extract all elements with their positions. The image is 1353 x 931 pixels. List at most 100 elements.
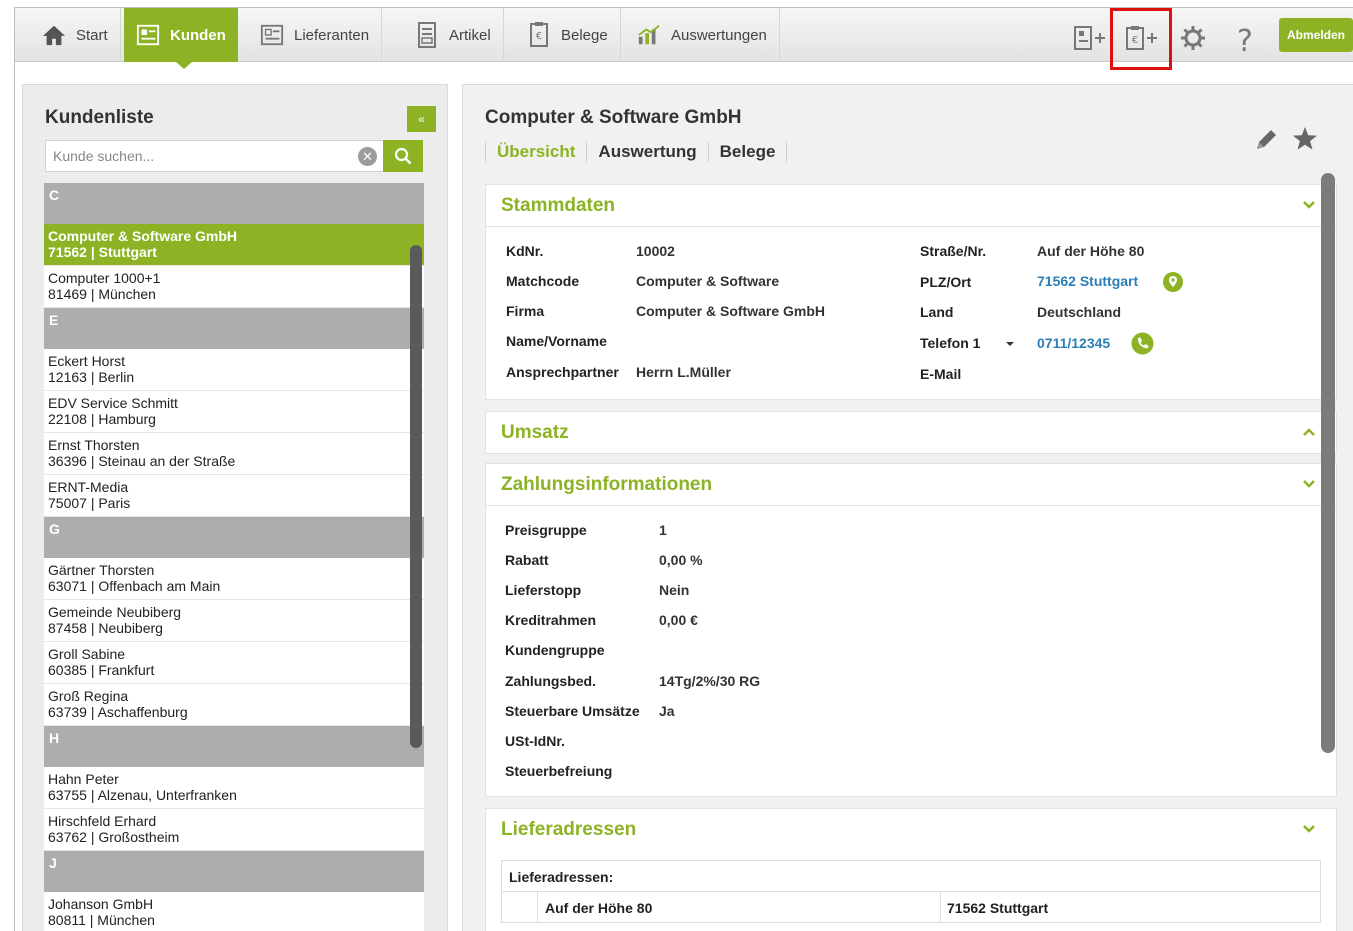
lieferstopp-value: Nein — [659, 582, 690, 598]
kreditrahmen-label: Kreditrahmen — [505, 612, 597, 628]
svg-text:€: € — [536, 31, 542, 42]
help-button[interactable]: ? — [1225, 20, 1265, 62]
lieferadressen-table: Lieferadressen: Auf der Höhe 80 71562 St… — [501, 860, 1321, 923]
customer-address: 36396 | Steinau an der Straße — [48, 453, 236, 469]
nav-lieferanten[interactable]: Lieferanten — [248, 8, 383, 62]
telefon-link[interactable]: 0711/12345 — [1037, 335, 1110, 351]
customer-item[interactable]: Gemeinde Neubiberg 87458 | Neubiberg — [44, 600, 424, 642]
customer-address: 87458 | Neubiberg — [48, 620, 163, 636]
nav-lieferanten-label: Lieferanten — [294, 26, 370, 44]
customer-item[interactable]: Eckert Horst 12163 | Berlin — [44, 349, 424, 391]
clear-search-icon[interactable]: ✕ — [358, 147, 377, 166]
name-label: Name/Vorname — [506, 333, 607, 349]
kdnr-value: 10002 — [636, 243, 675, 259]
stammdaten-header[interactable]: Stammdaten — [486, 185, 1336, 227]
nav-start[interactable]: Start — [30, 8, 121, 62]
preisgruppe-label: Preisgruppe — [505, 522, 587, 538]
group-header-e: E — [44, 308, 424, 349]
customer-item[interactable]: Ernst Thorsten 36396 | Steinau an der St… — [44, 433, 424, 475]
chevron-down-icon — [1303, 480, 1315, 488]
customer-name: Hirschfeld Erhard — [48, 813, 157, 829]
customer-item[interactable]: Gärtner Thorsten 63071 | Offenbach am Ma… — [44, 558, 424, 600]
customer-name: Groll Sabine — [48, 646, 126, 662]
customer-name: ERNT-Media — [48, 479, 129, 495]
customer-name: Eckert Horst — [48, 353, 126, 369]
umsatz-header[interactable]: Umsatz — [486, 412, 1336, 454]
caret-down-icon[interactable] — [1005, 341, 1015, 347]
logout-button[interactable]: Abmelden — [1279, 18, 1353, 52]
nav-artikel[interactable]: Artikel — [403, 8, 504, 62]
table-row[interactable]: Auf der Höhe 80 71562 Stuttgart — [502, 892, 1320, 923]
customer-search-input[interactable] — [46, 141, 346, 171]
lieferstopp-label: Lieferstopp — [505, 582, 582, 598]
nav-belege[interactable]: € Belege — [515, 8, 621, 62]
group-header-c: C — [44, 183, 424, 224]
customer-item[interactable]: Johanson GmbH 80811 | München — [44, 892, 424, 931]
customer-name: EDV Service Schmitt — [48, 395, 178, 411]
customer-name: Hahn Peter — [48, 771, 119, 787]
phone-icon[interactable] — [1131, 332, 1154, 355]
add-customer-button[interactable] — [1070, 20, 1110, 62]
article-icon — [415, 22, 439, 48]
customer-name: Ernst Thorsten — [48, 437, 140, 453]
customer-item[interactable]: ERNT-Media 75007 | Paris — [44, 475, 424, 517]
customer-name: Johanson GmbH — [48, 896, 154, 912]
customer-address: 63071 | Offenbach am Main — [48, 578, 221, 594]
customer-item[interactable]: Groß Regina 63739 | Aschaffenburg — [44, 684, 424, 726]
nav-auswertungen[interactable]: Auswertungen — [625, 8, 780, 62]
ust-idnr-label: USt-IdNr. — [505, 733, 565, 749]
zahlungsinformationen-header[interactable]: Zahlungsinformationen — [486, 464, 1336, 506]
customer-item[interactable]: Hahn Peter 63755 | Alzenau, Unterfranken — [44, 767, 424, 809]
customer-address: 12163 | Berlin — [48, 369, 135, 385]
help-icon: ? — [1237, 23, 1253, 59]
email-label: E-Mail — [920, 366, 962, 382]
row-selector-cell — [502, 892, 538, 923]
customer-list: C Computer & Software GmbH 71562 | Stutt… — [44, 183, 424, 931]
stammdaten-title: Stammdaten — [501, 194, 616, 216]
star-icon[interactable] — [1292, 126, 1318, 152]
nav-auswertungen-label: Auswertungen — [671, 26, 767, 44]
map-pin-icon[interactable] — [1162, 271, 1184, 293]
plz-label: PLZ/Ort — [920, 274, 972, 290]
nav-kunden[interactable]: Kunden — [124, 8, 238, 62]
strasse-value: Auf der Höhe 80 — [1037, 243, 1145, 259]
plz-link[interactable]: 71562 Stuttgart — [1037, 273, 1138, 289]
umsatz-section: Umsatz — [485, 411, 1337, 454]
nav-belege-label: Belege — [561, 26, 608, 44]
search-button[interactable] — [383, 140, 423, 172]
tab-uebersicht[interactable]: Übersicht — [485, 142, 586, 162]
lieferadressen-header[interactable]: Lieferadressen — [486, 809, 1336, 851]
customer-name: Gärtner Thorsten — [48, 562, 155, 578]
ansprechpartner-label: Ansprechpartner — [506, 364, 619, 380]
group-header-j: J — [44, 851, 424, 892]
customer-item[interactable]: Hirschfeld Erhard 63762 | Großostheim — [44, 809, 424, 851]
matchcode-label: Matchcode — [506, 273, 580, 289]
customer-name: Computer & Software GmbH — [48, 228, 238, 244]
customer-search-field — [45, 140, 385, 172]
customer-title: Computer & Software GmbH — [485, 107, 742, 128]
tab-auswertung[interactable]: Auswertung — [586, 142, 707, 162]
land-label: Land — [920, 304, 954, 320]
customer-item[interactable]: Groll Sabine 60385 | Frankfurt — [44, 642, 424, 684]
customer-item[interactable]: Computer & Software GmbH 71562 | Stuttga… — [44, 224, 424, 266]
edit-icon[interactable] — [1253, 127, 1279, 153]
customer-name: Gemeinde Neubiberg — [48, 604, 182, 620]
customer-address: 80811 | München — [48, 912, 155, 928]
chevron-down-icon — [1303, 825, 1315, 833]
suppliers-icon — [260, 23, 284, 47]
customer-item[interactable]: Computer 1000+1 81469 | München — [44, 266, 424, 308]
customer-list-scrollbar[interactable] — [410, 245, 422, 748]
customer-address: 63762 | Großostheim — [48, 829, 180, 845]
add-customer-icon — [1073, 25, 1107, 58]
detail-scrollbar[interactable] — [1321, 173, 1335, 753]
customer-address: 22108 | Hamburg — [48, 411, 156, 427]
customer-item[interactable]: EDV Service Schmitt 22108 | Hamburg — [44, 391, 424, 433]
kundengruppe-label: Kundengruppe — [505, 642, 605, 658]
telefon-label: Telefon 1 — [920, 335, 981, 351]
customer-address: 71562 | Stuttgart — [48, 244, 157, 260]
collapse-panel-button[interactable]: « — [407, 106, 436, 132]
kdnr-label: KdNr. — [506, 243, 544, 259]
tab-belege[interactable]: Belege — [707, 142, 788, 162]
settings-button[interactable] — [1173, 20, 1213, 62]
nav-kunden-label: Kunden — [170, 26, 226, 44]
